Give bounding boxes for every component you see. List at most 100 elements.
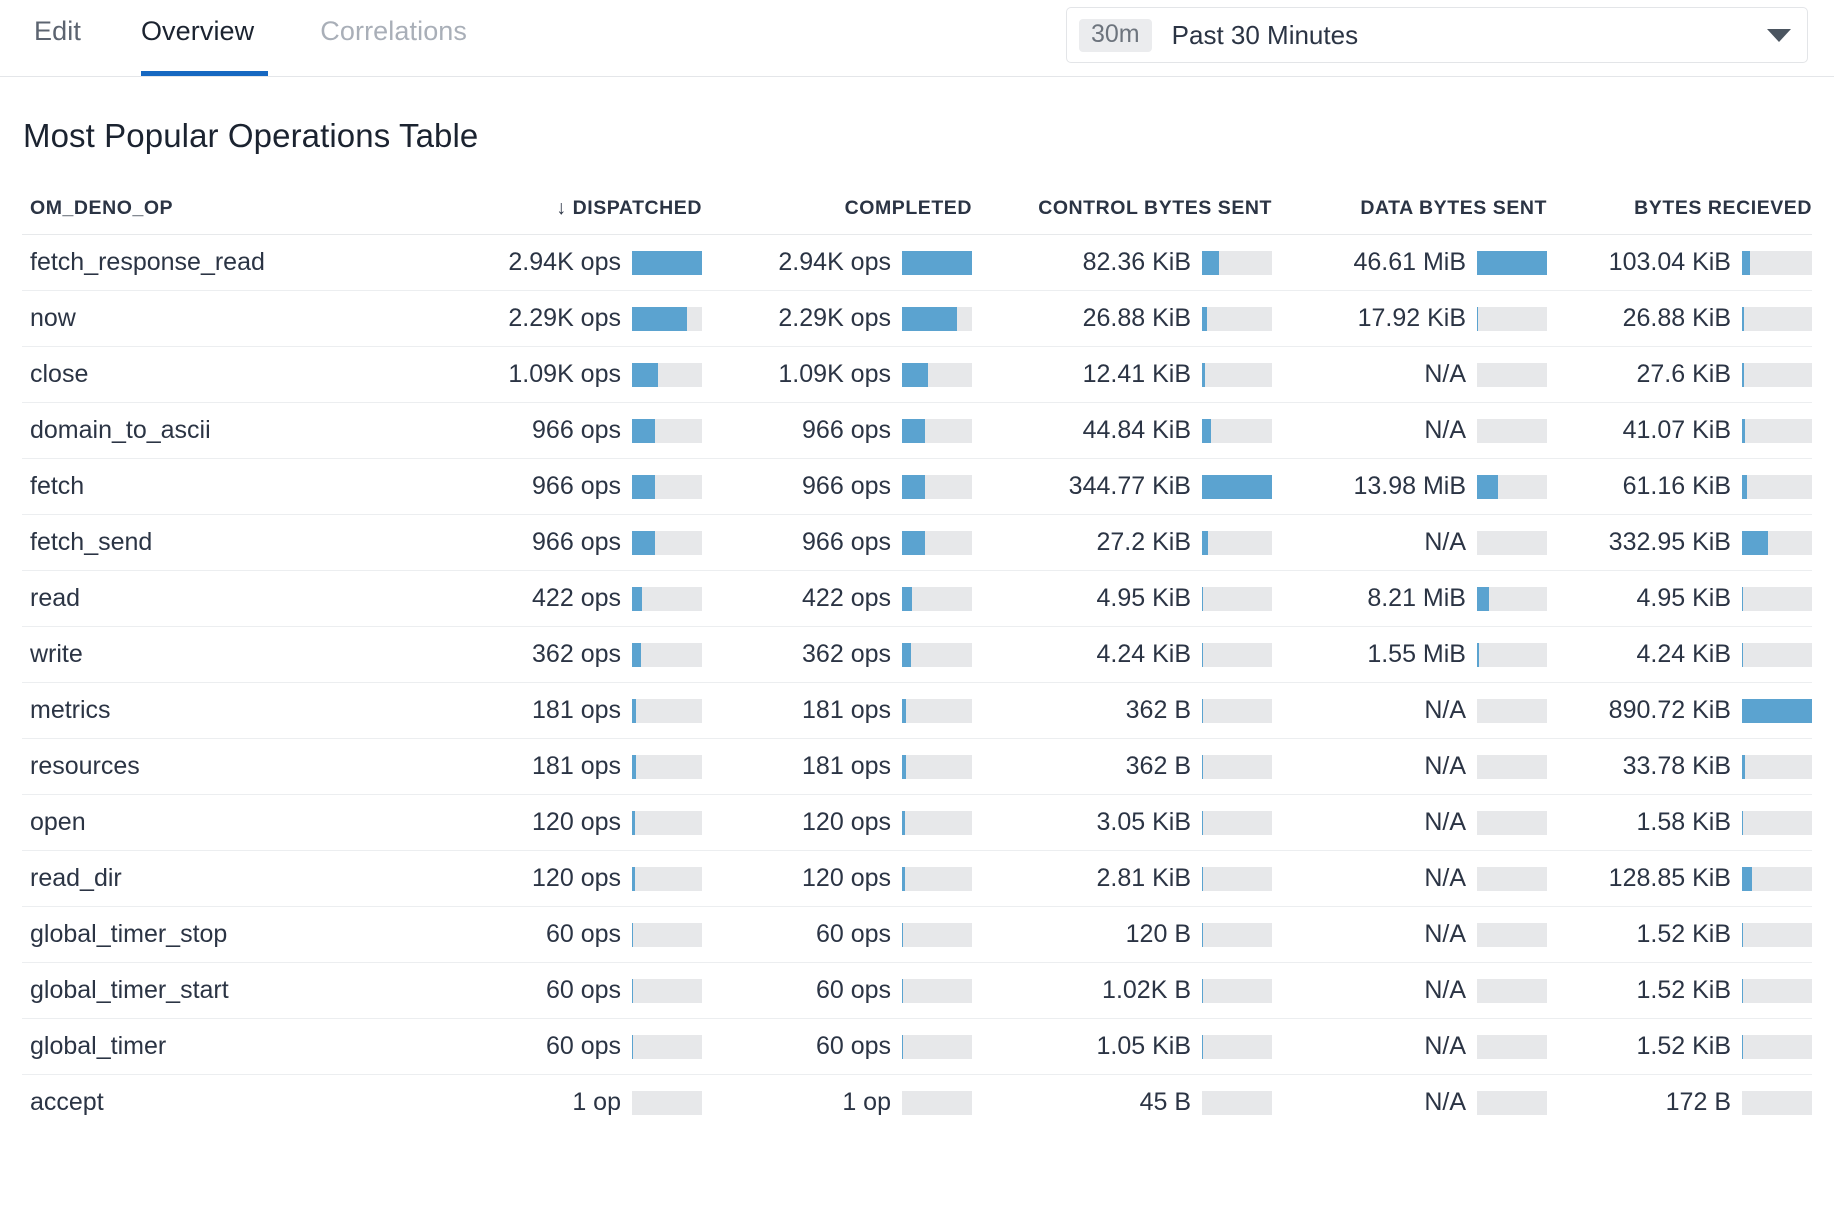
bar-track-control-bytes-sent <box>1202 923 1272 947</box>
cell-dispatched: 1.09K ops <box>452 347 702 403</box>
chevron-down-icon <box>1767 29 1791 42</box>
column-header-control-bytes-sent[interactable]: CONTROL BYTES SENT <box>972 197 1272 235</box>
table-body: fetch_response_read2.94K ops2.94K ops82.… <box>22 235 1812 1131</box>
table-row[interactable]: write362 ops362 ops4.24 KiB1.55 MiB4.24 … <box>22 627 1812 683</box>
column-header-control-bytes-sent-label: CONTROL BYTES SENT <box>1038 197 1272 219</box>
cell-completed: 120 ops <box>702 795 972 851</box>
bar-track-bytes-recieved <box>1742 363 1812 387</box>
tab-overview[interactable]: Overview <box>115 0 294 76</box>
bar-track-completed <box>902 531 972 555</box>
tab-edit[interactable]: Edit <box>26 0 115 76</box>
bar-track-data-bytes-sent <box>1477 363 1547 387</box>
cell-completed: 120 ops <box>702 851 972 907</box>
bar-track-dispatched <box>632 811 702 835</box>
tab-correlations[interactable]: Correlations <box>294 0 493 76</box>
column-header-bytes-recieved[interactable]: BYTES RECIEVED <box>1547 197 1812 235</box>
cell-data-bytes-sent: N/A <box>1272 739 1547 795</box>
table-row[interactable]: global_timer_stop60 ops60 ops120 BN/A1.5… <box>22 907 1812 963</box>
bar-fill-dispatched <box>632 531 655 555</box>
value-data-bytes-sent: N/A <box>1424 752 1466 781</box>
cell-control-bytes-sent: 120 B <box>972 907 1272 963</box>
value-dispatched: 362 ops <box>532 640 621 669</box>
table-row[interactable]: open120 ops120 ops3.05 KiBN/A1.58 KiB <box>22 795 1812 851</box>
bar-fill-data-bytes-sent <box>1477 475 1498 499</box>
cell-data-bytes-sent: N/A <box>1272 963 1547 1019</box>
bar-fill-bytes-recieved <box>1742 867 1752 891</box>
cell-dispatched: 181 ops <box>452 683 702 739</box>
table-row[interactable]: fetch_send966 ops966 ops27.2 KiBN/A332.9… <box>22 515 1812 571</box>
bar-fill-bytes-recieved <box>1742 643 1743 667</box>
cell-completed: 2.29K ops <box>702 291 972 347</box>
bar-track-data-bytes-sent <box>1477 531 1547 555</box>
value-bytes-recieved: 33.78 KiB <box>1623 752 1731 781</box>
column-header-name[interactable]: OM_DENO_OP <box>22 197 452 235</box>
bar-track-control-bytes-sent <box>1202 699 1272 723</box>
time-range-picker[interactable]: 30m Past 30 Minutes <box>1066 7 1808 63</box>
column-header-completed[interactable]: COMPLETED <box>702 197 972 235</box>
cell-dispatched: 181 ops <box>452 739 702 795</box>
table-row[interactable]: global_timer60 ops60 ops1.05 KiBN/A1.52 … <box>22 1019 1812 1075</box>
tab-correlations-label: Correlations <box>320 16 467 47</box>
bar-fill-bytes-recieved <box>1742 475 1747 499</box>
column-header-data-bytes-sent[interactable]: DATA BYTES SENT <box>1272 197 1547 235</box>
bar-fill-dispatched <box>632 867 635 891</box>
bar-fill-dispatched <box>632 307 687 331</box>
value-control-bytes-sent: 44.84 KiB <box>1083 416 1191 445</box>
table-row[interactable]: fetch966 ops966 ops344.77 KiB13.98 MiB61… <box>22 459 1812 515</box>
value-bytes-recieved: 61.16 KiB <box>1623 472 1731 501</box>
value-bytes-recieved: 1.52 KiB <box>1636 1032 1731 1061</box>
value-bytes-recieved: 27.6 KiB <box>1636 360 1731 389</box>
bar-track-completed <box>902 475 972 499</box>
bar-track-bytes-recieved <box>1742 755 1812 779</box>
bar-fill-dispatched <box>632 643 641 667</box>
cell-bytes-recieved: 332.95 KiB <box>1547 515 1812 571</box>
table-row[interactable]: resources181 ops181 ops362 BN/A33.78 KiB <box>22 739 1812 795</box>
bar-track-control-bytes-sent <box>1202 475 1272 499</box>
table-row[interactable]: read422 ops422 ops4.95 KiB8.21 MiB4.95 K… <box>22 571 1812 627</box>
value-bytes-recieved: 1.52 KiB <box>1636 976 1731 1005</box>
cell-control-bytes-sent: 45 B <box>972 1075 1272 1131</box>
cell-control-bytes-sent: 362 B <box>972 683 1272 739</box>
bar-track-control-bytes-sent <box>1202 531 1272 555</box>
table-row[interactable]: close1.09K ops1.09K ops12.41 KiBN/A27.6 … <box>22 347 1812 403</box>
value-control-bytes-sent: 2.81 KiB <box>1096 864 1191 893</box>
column-header-dispatched[interactable]: ↓ DISPATCHED <box>452 197 702 235</box>
value-data-bytes-sent: N/A <box>1424 528 1466 557</box>
value-dispatched: 2.94K ops <box>508 248 621 277</box>
bar-fill-completed <box>902 587 912 611</box>
bar-fill-control-bytes-sent <box>1202 531 1208 555</box>
value-completed: 60 ops <box>816 920 891 949</box>
table-row[interactable]: accept1 op1 op45 BN/A172 B <box>22 1075 1812 1131</box>
cell-dispatched: 422 ops <box>452 571 702 627</box>
cell-data-bytes-sent: N/A <box>1272 403 1547 459</box>
bar-track-bytes-recieved <box>1742 531 1812 555</box>
bar-track-completed <box>902 755 972 779</box>
table-row[interactable]: fetch_response_read2.94K ops2.94K ops82.… <box>22 235 1812 291</box>
cell-completed: 362 ops <box>702 627 972 683</box>
cell-data-bytes-sent: N/A <box>1272 795 1547 851</box>
cell-operation-name: read <box>22 571 452 627</box>
value-bytes-recieved: 41.07 KiB <box>1623 416 1731 445</box>
bar-fill-completed <box>902 419 925 443</box>
bar-track-data-bytes-sent <box>1477 1091 1547 1115</box>
cell-bytes-recieved: 33.78 KiB <box>1547 739 1812 795</box>
value-control-bytes-sent: 45 B <box>1140 1088 1191 1117</box>
bar-track-completed <box>902 867 972 891</box>
cell-data-bytes-sent: N/A <box>1272 683 1547 739</box>
time-range-label: Past 30 Minutes <box>1172 20 1767 51</box>
bar-track-bytes-recieved <box>1742 643 1812 667</box>
table-row[interactable]: read_dir120 ops120 ops2.81 KiBN/A128.85 … <box>22 851 1812 907</box>
bar-fill-data-bytes-sent <box>1477 587 1489 611</box>
value-dispatched: 60 ops <box>546 920 621 949</box>
cell-completed: 966 ops <box>702 515 972 571</box>
cell-bytes-recieved: 4.24 KiB <box>1547 627 1812 683</box>
table-row[interactable]: now2.29K ops2.29K ops26.88 KiB17.92 KiB2… <box>22 291 1812 347</box>
bar-track-data-bytes-sent <box>1477 643 1547 667</box>
value-dispatched: 2.29K ops <box>508 304 621 333</box>
table-row[interactable]: metrics181 ops181 ops362 BN/A890.72 KiB <box>22 683 1812 739</box>
value-bytes-recieved: 890.72 KiB <box>1609 696 1731 725</box>
table-row[interactable]: global_timer_start60 ops60 ops1.02K BN/A… <box>22 963 1812 1019</box>
bar-track-control-bytes-sent <box>1202 1035 1272 1059</box>
cell-data-bytes-sent: 13.98 MiB <box>1272 459 1547 515</box>
table-row[interactable]: domain_to_ascii966 ops966 ops44.84 KiBN/… <box>22 403 1812 459</box>
